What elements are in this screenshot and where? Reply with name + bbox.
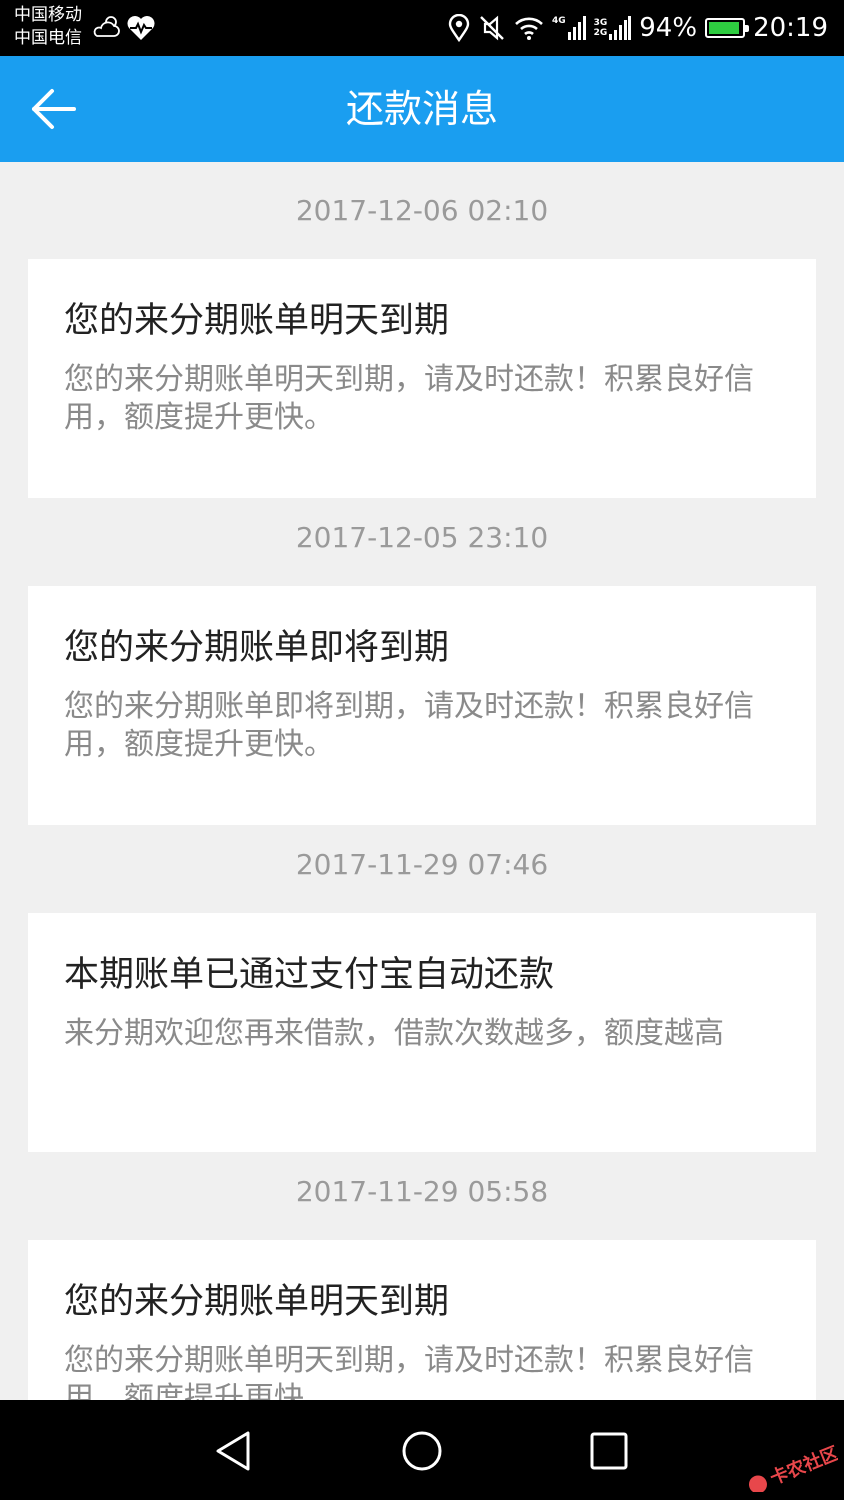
- battery-terminal: [745, 25, 750, 32]
- message-title: 您的来分期账单明天到期: [64, 1282, 450, 1322]
- message-time: 2017-12-05 23:10: [295, 521, 549, 554]
- svg-text:卡农社区: 卡农社区: [767, 1444, 838, 1489]
- app-header: 还款消息: [0, 56, 844, 162]
- network-type-1: 4G: [551, 16, 566, 26]
- message-card[interactable]: 您的来分期账单明天到期 您的来分期账单明天到期，请及时还款！积累良好信用，额度提…: [28, 1240, 816, 1400]
- message-item: 2017-12-05 23:10 您的来分期账单即将到期 您的来分期账单即将到期…: [0, 489, 844, 825]
- signal-2: 3G 2G: [594, 16, 632, 40]
- nav-back-icon[interactable]: [212, 1428, 258, 1474]
- watermark-logo: 卡农社区: [748, 1444, 838, 1492]
- cloudy-weather-icon: [93, 16, 120, 37]
- message-item: 2017-11-29 05:58 您的来分期账单明天到期 您的来分期账单明天到期…: [0, 1143, 844, 1400]
- status-indicators: 4G 3G 2G 94% 20:19: [448, 0, 828, 56]
- status-bar: 中国移动 中国电信 4G 3G 2G 94% 20:19: [0, 0, 844, 56]
- message-time: 2017-11-29 07:46: [295, 848, 549, 881]
- message-body: 您的来分期账单明天到期，请及时还款！积累良好信用，额度提升更快。: [64, 1343, 754, 1400]
- location-icon: [448, 14, 470, 42]
- message-title: 您的来分期账单明天到期: [64, 301, 450, 341]
- nav-recent-icon[interactable]: [586, 1428, 632, 1474]
- heart-rate-icon: [127, 16, 155, 40]
- message-card[interactable]: 本期账单已通过支付宝自动还款 来分期欢迎您再来借款，借款次数越多，额度越高: [28, 913, 816, 1152]
- carrier-2: 中国电信: [14, 28, 82, 48]
- message-title: 本期账单已通过支付宝自动还款: [64, 955, 555, 995]
- message-item: 2017-12-06 02:10 您的来分期账单明天到期 您的来分期账单明天到期…: [0, 162, 844, 498]
- battery-icon: [705, 18, 750, 38]
- message-title: 您的来分期账单即将到期: [64, 628, 450, 668]
- network-type-2b: 2G: [593, 28, 608, 38]
- carrier-1: 中国移动: [14, 5, 82, 25]
- clock: 20:19: [753, 13, 828, 43]
- battery-level: [709, 22, 740, 34]
- message-card[interactable]: 您的来分期账单明天到期 您的来分期账单明天到期，请及时还款！积累良好信用，额度提…: [28, 259, 816, 498]
- app-screen: 中国移动 中国电信 4G 3G 2G 94% 20:19 还款消息 2017-1…: [0, 0, 844, 1500]
- message-body: 您的来分期账单即将到期，请及时还款！积累良好信用，额度提升更快。: [64, 689, 754, 762]
- message-time: 2017-12-06 02:10: [295, 194, 549, 227]
- message-body: 您的来分期账单明天到期，请及时还款！积累良好信用，额度提升更快。: [64, 362, 754, 435]
- wifi-icon: [515, 17, 543, 40]
- battery-percent: 94%: [639, 13, 698, 43]
- message-card[interactable]: 您的来分期账单即将到期 您的来分期账单即将到期，请及时还款！积累良好信用，额度提…: [28, 586, 816, 825]
- network-type-2: 3G 2G: [594, 18, 608, 38]
- mute-icon: [480, 15, 504, 41]
- message-body: 来分期欢迎您再来借款，借款次数越多，额度越高: [64, 1016, 724, 1051]
- carrier-info: 中国移动 中国电信: [14, 4, 82, 50]
- signal-bars-icon: [567, 16, 586, 40]
- message-time: 2017-11-29 05:58: [295, 1175, 549, 1208]
- network-type-2a: 3G: [593, 18, 608, 28]
- signal-1: 4G: [552, 16, 586, 40]
- message-list[interactable]: 2017-12-06 02:10 您的来分期账单明天到期 您的来分期账单明天到期…: [0, 162, 844, 1400]
- nav-home-icon[interactable]: [399, 1428, 445, 1474]
- system-nav-bar: 卡农社区: [0, 1400, 844, 1500]
- page-title: 还款消息: [345, 87, 498, 131]
- signal-bars-icon: [609, 16, 632, 40]
- message-item: 2017-11-29 07:46 本期账单已通过支付宝自动还款 来分期欢迎您再来…: [0, 816, 844, 1152]
